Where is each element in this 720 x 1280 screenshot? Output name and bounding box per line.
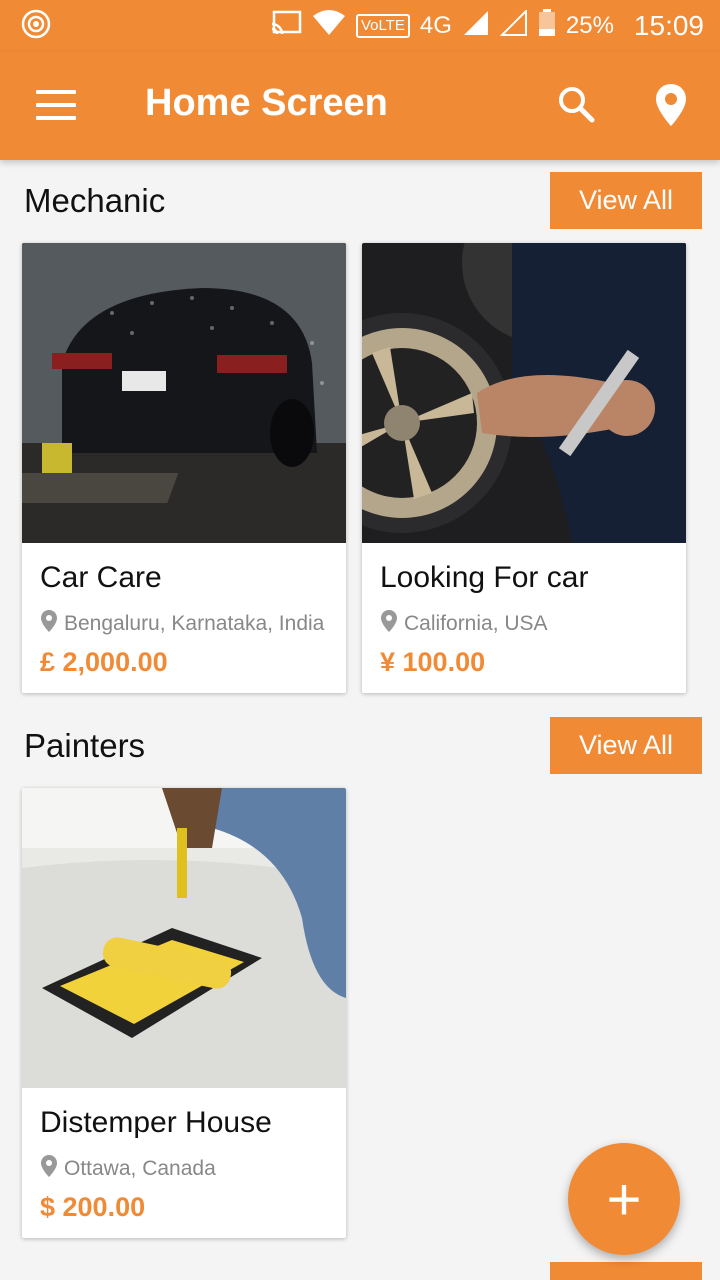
card-title: Looking For car [380,561,589,594]
view-all-button[interactable]: View All [550,717,702,774]
cast-icon [270,10,302,43]
card-location-text: California, USA [404,612,548,635]
card-price: £ 2,000.00 [40,647,168,677]
app-notification-icon [18,6,54,47]
service-card[interactable]: Looking For car California, USA ¥ 100.00 [362,243,686,693]
section-header-mechanic: Mechanic View All [0,172,720,232]
card-location: Ottawa, Canada [40,1154,216,1184]
signal-2-icon [499,8,528,43]
card-image-mechanic-wrench [362,243,686,543]
card-price: $ 200.00 [40,1192,146,1222]
location-pin-icon [40,609,58,639]
app-bar: Home Screen [0,52,720,160]
section-title: Mechanic [24,182,166,219]
battery-level: 25% [565,12,614,39]
signal-icon [462,10,490,43]
location-pin-icon[interactable] [654,82,688,133]
card-location: Bengaluru, Karnataka, India [40,609,324,639]
section-header-painters: Painters View All [0,717,720,777]
search-icon[interactable] [556,84,596,129]
service-card[interactable]: Distemper House Ottawa, Canada $ 200.00 [22,788,346,1238]
card-title: Distemper House [40,1106,272,1139]
view-all-button[interactable]: View All [550,172,702,229]
location-pin-icon [40,1154,58,1184]
card-location-text: Ottawa, Canada [64,1157,216,1180]
clock: 15:09 [633,10,704,41]
card-location-text: Bengaluru, Karnataka, India [64,612,325,635]
card-image-car-wash [22,243,346,543]
card-location: California, USA [380,609,548,639]
wifi-icon [312,9,346,43]
hamburger-menu-icon[interactable] [36,90,76,120]
add-button[interactable]: + [568,1143,680,1255]
section-title: Painters [24,727,146,764]
service-card[interactable]: Car Care Bengaluru, Karnataka, India £ 2… [22,243,346,693]
volte-badge: VoLTE [355,14,410,38]
status-bar: VoLTE 4G 25% 15:09 [0,0,720,52]
next-section-view-all-partial [550,1262,702,1280]
network-type: 4G [419,12,452,39]
location-pin-icon [380,609,398,639]
card-title: Car Care [40,561,162,594]
battery-icon [538,8,556,44]
card-price: ¥ 100.00 [380,647,486,677]
card-image-paint-roller [22,788,346,1088]
page-title: Home Screen [145,82,388,124]
add-icon: + [606,1165,642,1233]
